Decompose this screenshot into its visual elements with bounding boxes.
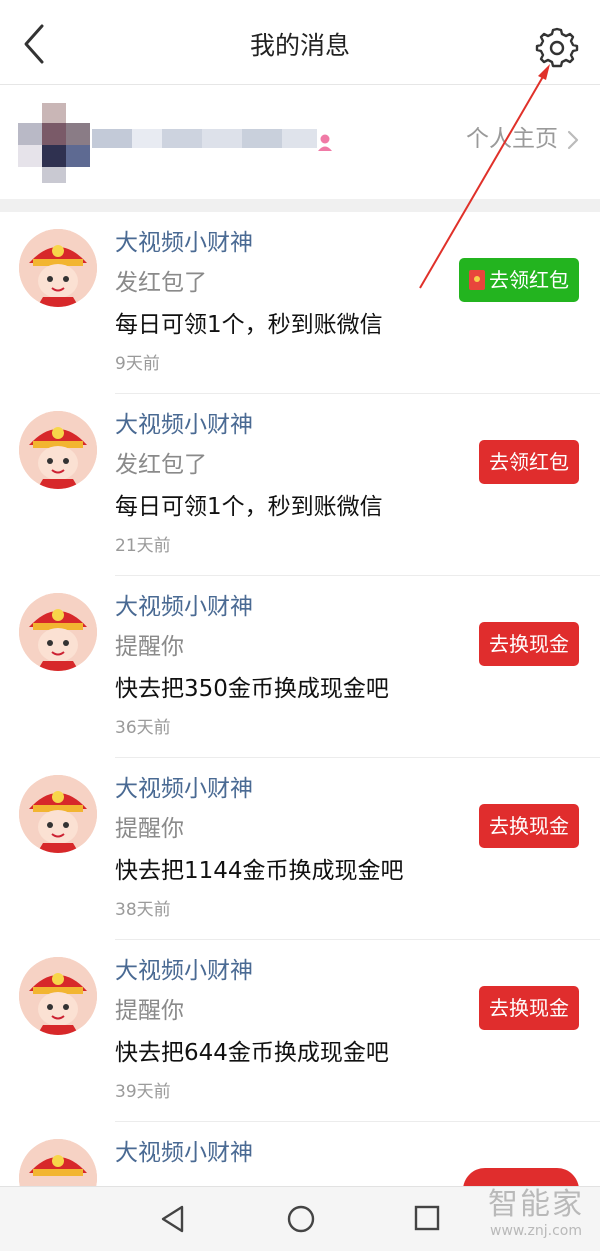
sender-name: 大视频小财神 xyxy=(115,1140,253,1166)
avatar xyxy=(19,593,97,671)
section-divider xyxy=(0,199,600,212)
chevron-right-icon xyxy=(567,130,579,150)
settings-button[interactable] xyxy=(534,24,580,70)
profile-row[interactable]: 个人主页 xyxy=(0,85,600,199)
avatar xyxy=(19,775,97,853)
message-item[interactable]: 大视频小财神 发红包了 每日可领1个，秒到账微信 21天前 去领红包 xyxy=(0,394,600,576)
red-packet-icon xyxy=(469,270,485,290)
message-content: 每日可领1个，秒到账微信 xyxy=(115,312,383,338)
gear-icon xyxy=(535,27,579,68)
message-time: 36天前 xyxy=(115,718,171,738)
sender-name: 大视频小财神 xyxy=(115,230,253,256)
exchange-cash-button[interactable]: 去换现金 xyxy=(479,622,579,666)
message-time: 21天前 xyxy=(115,536,171,556)
message-action: 提醒你 xyxy=(115,998,184,1024)
message-item[interactable]: 大视频小财神 提醒你 快去把350金币换成现金吧 36天前 去换现金 xyxy=(0,576,600,758)
page-title: 我的消息 xyxy=(249,31,350,60)
action-button[interactable] xyxy=(463,1168,579,1186)
claim-red-packet-button[interactable]: 去领红包 xyxy=(459,258,579,302)
avatar xyxy=(18,103,90,183)
message-item[interactable]: 大视频小财神 发红包了 每日可领1个，秒到账微信 9天前 去领红包 xyxy=(0,212,600,394)
message-action: 提醒你 xyxy=(115,816,184,842)
avatar xyxy=(19,957,97,1035)
message-content: 快去把644金币换成现金吧 xyxy=(115,1040,389,1066)
watermark: 智能家 www.znj.com xyxy=(480,1188,592,1246)
message-content: 每日可领1个，秒到账微信 xyxy=(115,494,383,520)
message-content: 快去把1144金币换成现金吧 xyxy=(115,858,404,884)
avatar xyxy=(19,411,97,489)
profile-link[interactable]: 个人主页 xyxy=(466,121,558,157)
message-content: 快去把350金币换成现金吧 xyxy=(115,676,389,702)
square-recent-icon[interactable] xyxy=(413,1204,441,1232)
avatar xyxy=(19,1139,97,1186)
watermark-text: 智能家 xyxy=(488,1187,584,1222)
message-item[interactable]: 大视频小财神 提醒你 快去把1144金币换成现金吧 38天前 去换现金 xyxy=(0,758,600,940)
top-bar: 我的消息 xyxy=(0,0,600,85)
watermark-url: www.znj.com xyxy=(490,1223,582,1239)
message-time: 38天前 xyxy=(115,900,171,920)
message-action: 发红包了 xyxy=(115,452,207,478)
sender-name: 大视频小财神 xyxy=(115,412,253,438)
female-icon xyxy=(318,134,332,151)
sender-name: 大视频小财神 xyxy=(115,776,253,802)
exchange-cash-button[interactable]: 去换现金 xyxy=(479,986,579,1030)
sender-name: 大视频小财神 xyxy=(115,594,253,620)
triangle-back-icon[interactable] xyxy=(158,1203,188,1235)
exchange-cash-button[interactable]: 去换现金 xyxy=(479,804,579,848)
message-action: 提醒你 xyxy=(115,634,184,660)
circle-home-icon[interactable] xyxy=(285,1203,317,1235)
message-time: 39天前 xyxy=(115,1082,171,1102)
avatar xyxy=(19,229,97,307)
username-blurred xyxy=(92,121,317,159)
claim-red-packet-button[interactable]: 去领红包 xyxy=(479,440,579,484)
message-item[interactable]: 大视频小财神 xyxy=(0,1122,600,1186)
message-item[interactable]: 大视频小财神 提醒你 快去把644金币换成现金吧 39天前 去换现金 xyxy=(0,940,600,1122)
sender-name: 大视频小财神 xyxy=(115,958,253,984)
message-time: 9天前 xyxy=(115,354,160,374)
message-action: 发红包了 xyxy=(115,270,207,296)
